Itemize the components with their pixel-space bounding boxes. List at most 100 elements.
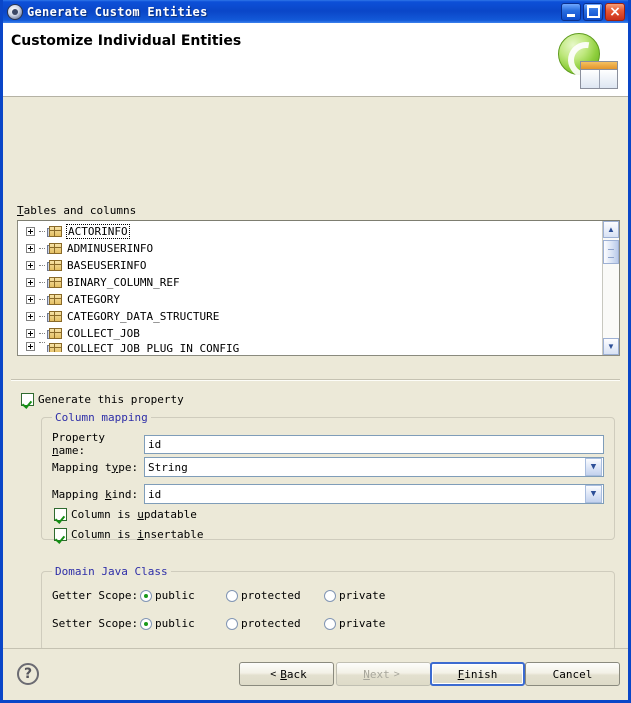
page-title: Customize Individual Entities (11, 33, 242, 49)
table-icon (47, 225, 62, 238)
chevron-left-icon: < (270, 668, 277, 680)
tree-item-label: COLLECT_JOB_PLUG_IN_CONFIG (67, 342, 240, 352)
generate-this-property-checkbox[interactable]: Generate this property (21, 393, 184, 406)
tree-item[interactable]: ADMINUSERINFO (18, 240, 602, 257)
radio-icon[interactable] (226, 589, 238, 602)
close-button[interactable]: × (605, 2, 625, 21)
finish-button-label: Finish (457, 667, 498, 681)
tree-item[interactable]: COLLECT_JOB_PLUG_IN_CONFIG (18, 342, 602, 352)
column-updatable-label: Column is updatable (71, 508, 197, 521)
getter-scope-row: Getter Scope: public protected private (52, 589, 385, 602)
checkbox-icon[interactable] (54, 528, 67, 541)
tree-item[interactable]: ACTORINFO (18, 223, 602, 240)
scroll-down-icon[interactable]: ▼ (603, 338, 619, 355)
expand-plus-icon[interactable] (26, 312, 35, 321)
close-icon: × (609, 3, 621, 20)
mapping-type-label: Mapping type: (52, 460, 139, 474)
minimize-button[interactable] (561, 2, 581, 21)
radio-icon[interactable] (324, 617, 336, 630)
tables-label-rest: ables and columns (23, 204, 137, 217)
window-title: Generate Custom Entities (27, 4, 208, 19)
chevron-down-icon[interactable]: ▼ (585, 485, 602, 503)
getter-scope-private-label: private (339, 589, 386, 602)
cancel-button[interactable]: Cancel (525, 662, 620, 686)
help-icon[interactable]: ? (17, 663, 39, 685)
generate-this-property-label: Generate this property (38, 393, 184, 406)
tree-vertical-scrollbar[interactable]: ▲ ▼ (602, 221, 619, 355)
tree-connector (39, 265, 45, 266)
wizard-banner: Customize Individual Entities (3, 23, 628, 97)
chevron-down-icon[interactable]: ▼ (585, 458, 602, 476)
mapping-kind-row: Mapping kind: id ▼ (52, 484, 604, 504)
back-button-label: Back (280, 667, 307, 681)
column-mapping-title: Column mapping (52, 411, 151, 424)
app-gear-icon (7, 3, 23, 20)
radio-icon[interactable] (140, 589, 152, 602)
getter-scope-protected[interactable]: protected (226, 589, 324, 602)
tree-connector (39, 248, 45, 249)
tree-item-label: BASEUSERINFO (67, 259, 147, 272)
tree-item-label: CATEGORY_DATA_STRUCTURE (67, 310, 220, 323)
tree-item[interactable]: CATEGORY (18, 291, 602, 308)
checkbox-icon[interactable] (54, 508, 67, 521)
scrollbar-track[interactable] (603, 238, 619, 338)
column-insertable-checkbox[interactable]: Column is insertable (54, 528, 203, 541)
setter-scope-private[interactable]: private (324, 617, 385, 630)
table-icon (47, 293, 62, 306)
mapping-kind-select[interactable]: id ▼ (144, 484, 604, 504)
scroll-up-icon[interactable]: ▲ (603, 221, 619, 238)
getter-scope-label: Getter Scope: (52, 589, 139, 602)
property-name-label: Property name: (52, 431, 105, 457)
getter-scope-private[interactable]: private (324, 589, 385, 602)
setter-scope-private-label: private (339, 617, 386, 630)
table-icon (47, 259, 62, 272)
maximize-button[interactable] (583, 2, 603, 21)
expand-plus-icon[interactable] (26, 278, 35, 287)
setter-scope-protected-label: protected (241, 617, 301, 630)
tree-connector (39, 342, 45, 343)
tree-item[interactable]: CATEGORY_DATA_STRUCTURE (18, 308, 602, 325)
tree-item-label: COLLECT_JOB (67, 327, 140, 340)
dialog-window: Generate Custom Entities × Customize Ind… (0, 0, 631, 703)
radio-icon[interactable] (324, 589, 336, 602)
tree-item[interactable]: BINARY_COLUMN_REF (18, 274, 602, 291)
entities-table-icon (556, 33, 618, 91)
tree-connector (39, 282, 45, 283)
back-button[interactable]: < Back (239, 662, 334, 686)
table-icon (47, 276, 62, 289)
title-bar: Generate Custom Entities × (3, 0, 628, 23)
tree-item[interactable]: BASEUSERINFO (18, 257, 602, 274)
scrollbar-thumb[interactable] (603, 240, 619, 264)
setter-scope-protected[interactable]: protected (226, 617, 324, 630)
mapping-type-row: Mapping type: String ▼ (52, 457, 604, 477)
cancel-button-label: Cancel (552, 667, 593, 681)
tree-item-label: CATEGORY (67, 293, 120, 306)
radio-icon[interactable] (226, 617, 238, 630)
expand-plus-icon[interactable] (26, 244, 35, 253)
tree-item-label: ACTORINFO (66, 224, 130, 239)
tree-item[interactable]: COLLECT_JOB (18, 325, 602, 342)
expand-plus-icon[interactable] (26, 227, 35, 236)
tables-tree[interactable]: ACTORINFO ADMINUSERINFO BASEUSERINFO BIN… (17, 220, 620, 356)
property-name-value: id (148, 437, 162, 451)
property-name-input[interactable]: id (144, 434, 604, 454)
getter-scope-protected-label: protected (241, 589, 301, 602)
getter-scope-public[interactable]: public (140, 589, 226, 602)
tree-item-label: BINARY_COLUMN_REF (67, 276, 180, 289)
expand-plus-icon[interactable] (26, 261, 35, 270)
mapping-type-select[interactable]: String ▼ (144, 457, 604, 477)
window-controls: × (561, 2, 625, 21)
expand-plus-icon[interactable] (26, 342, 35, 351)
checkbox-icon[interactable] (21, 393, 34, 406)
next-button: Next > (336, 662, 431, 686)
tree-item-label: ADMINUSERINFO (67, 242, 154, 255)
expand-plus-icon[interactable] (26, 329, 35, 338)
column-updatable-checkbox[interactable]: Column is updatable (54, 508, 197, 521)
tree-rows: ACTORINFO ADMINUSERINFO BASEUSERINFO BIN… (18, 221, 602, 355)
finish-button[interactable]: Finish (430, 662, 525, 686)
column-mapping-group: Column mapping Property name: id Mapping… (41, 411, 615, 541)
setter-scope-public[interactable]: public (140, 617, 226, 630)
expand-plus-icon[interactable] (26, 295, 35, 304)
radio-icon[interactable] (140, 617, 152, 630)
table-icon (47, 327, 62, 340)
